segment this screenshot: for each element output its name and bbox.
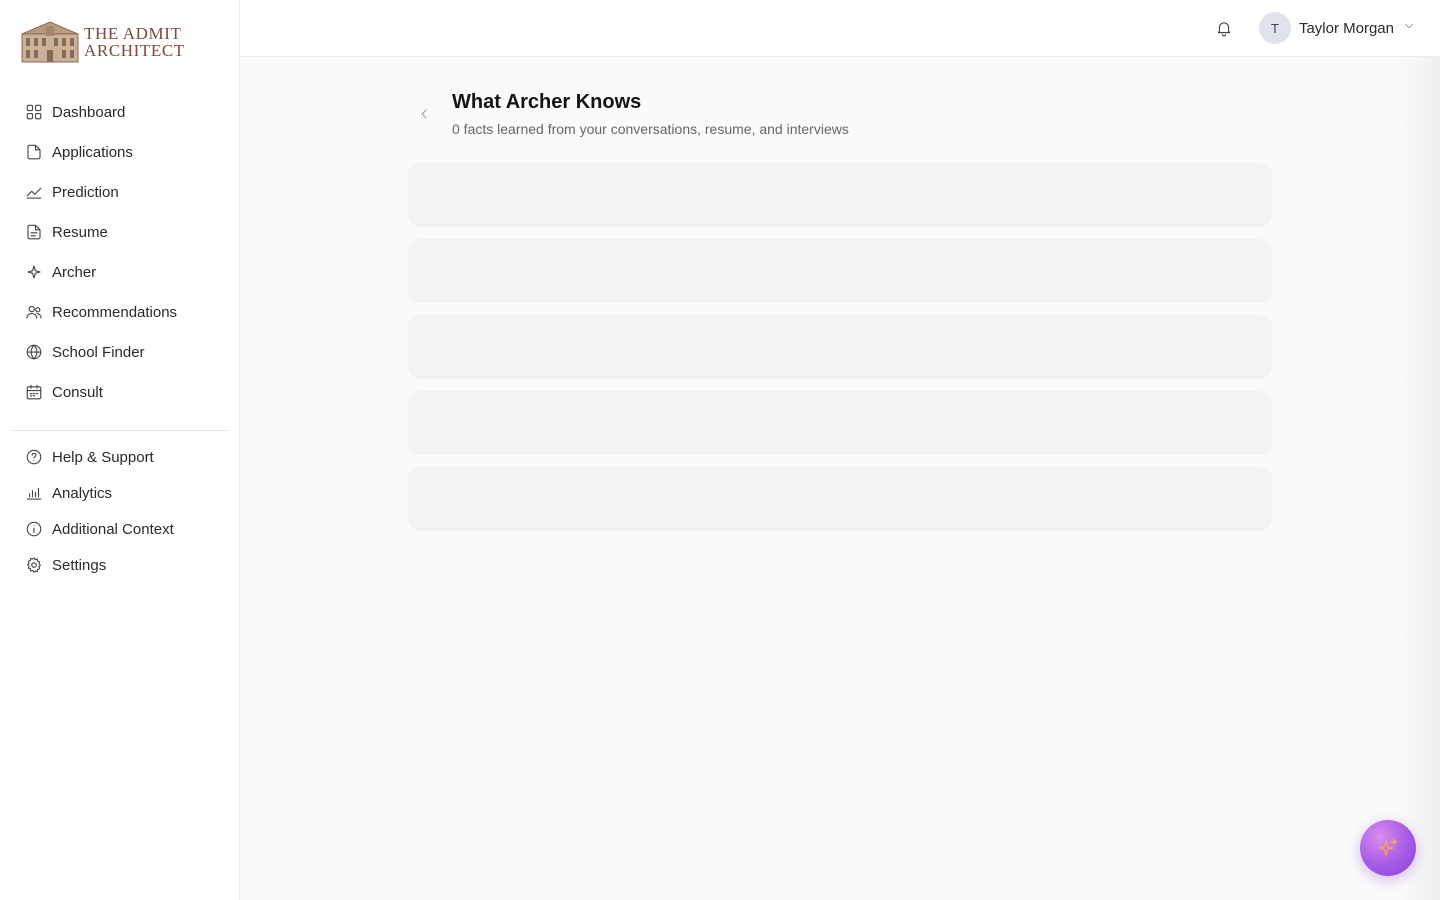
globe-icon xyxy=(24,342,44,362)
document-icon xyxy=(24,222,44,242)
sidebar-item-label: Consult xyxy=(52,383,103,401)
edge-shade xyxy=(1400,57,1440,900)
trend-icon xyxy=(24,182,44,202)
brand-line-2: Architect xyxy=(84,41,185,60)
sidebar-item-resume[interactable]: Resume xyxy=(12,212,228,252)
brand-logo[interactable]: The Admit Architect xyxy=(20,18,190,66)
building-logo-icon xyxy=(21,21,79,63)
sidebar-item-label: Resume xyxy=(52,223,108,241)
sidebar-item-label: Prediction xyxy=(52,183,119,201)
sidebar-item-recommendations[interactable]: Recommendations xyxy=(12,292,228,332)
sidebar-item-label: Archer xyxy=(52,263,97,281)
sidebar-item-additional-context[interactable]: Additional Context xyxy=(12,511,228,547)
sidebar-item-help-support[interactable]: Help & Support xyxy=(12,439,228,475)
sidebar-item-analytics[interactable]: Analytics xyxy=(12,475,228,511)
sidebar-item-consult[interactable]: Consult xyxy=(12,372,228,412)
bell-icon xyxy=(1217,22,1231,37)
sidebar-item-label: Recommendations xyxy=(52,303,178,321)
chevron-down-icon xyxy=(1402,19,1416,38)
sparkle-icon xyxy=(24,262,44,282)
sidebar-item-dashboard[interactable]: Dashboard xyxy=(12,92,228,132)
sparkles-icon xyxy=(1378,838,1398,856)
file-icon xyxy=(24,142,44,162)
page-subtitle: 0 facts learned from your conversations,… xyxy=(452,121,849,137)
users-icon xyxy=(24,302,44,322)
skeleton-row xyxy=(408,315,1272,379)
chevron-left-icon xyxy=(421,109,427,119)
sidebar-item-label: Applications xyxy=(52,143,133,161)
skeleton-row xyxy=(408,163,1272,227)
notifications-button[interactable] xyxy=(1212,16,1236,40)
skeleton-row xyxy=(408,239,1272,303)
brand-line-1: The Admit xyxy=(84,24,182,43)
back-button[interactable] xyxy=(412,102,436,126)
bar-chart-icon xyxy=(24,483,44,503)
top-bar: T Taylor Morgan xyxy=(240,0,1440,57)
skeleton-row xyxy=(408,467,1272,531)
sidebar-divider xyxy=(12,430,228,431)
facts-list-loading xyxy=(408,163,1272,543)
secondary-nav: Help & Support Analytics Additional Cont… xyxy=(12,439,228,583)
sidebar-item-label: Settings xyxy=(52,556,107,574)
sidebar-item-archer[interactable]: Archer xyxy=(12,252,228,292)
gear-icon xyxy=(24,555,44,575)
sidebar-item-label: Dashboard xyxy=(52,103,126,121)
user-name: Taylor Morgan xyxy=(1298,19,1394,37)
sidebar-item-applications[interactable]: Applications xyxy=(12,132,228,172)
sidebar-item-label: School Finder xyxy=(52,343,145,361)
info-icon xyxy=(24,519,44,539)
sidebar-item-settings[interactable]: Settings xyxy=(12,547,228,583)
grid-icon xyxy=(24,102,44,122)
page-title: What Archer Knows xyxy=(452,91,642,113)
skeleton-row xyxy=(408,391,1272,455)
sidebar-item-label: Help & Support xyxy=(52,448,154,466)
help-circle-icon xyxy=(24,447,44,467)
archer-chat-button[interactable] xyxy=(1360,820,1416,876)
sidebar: The Admit Architect Dashboard Applicatio… xyxy=(0,0,240,900)
sidebar-item-label: Analytics xyxy=(52,484,113,502)
sidebar-item-school-finder[interactable]: School Finder xyxy=(12,332,228,372)
sidebar-item-label: Additional Context xyxy=(52,520,174,538)
avatar: T xyxy=(1258,12,1291,44)
user-menu[interactable]: T Taylor Morgan xyxy=(1258,12,1416,44)
brand-name: The Admit Architect xyxy=(84,25,185,59)
primary-nav: Dashboard Applications Prediction Resume… xyxy=(12,92,228,412)
sidebar-item-prediction[interactable]: Prediction xyxy=(12,172,228,212)
calendar-icon xyxy=(24,382,44,402)
